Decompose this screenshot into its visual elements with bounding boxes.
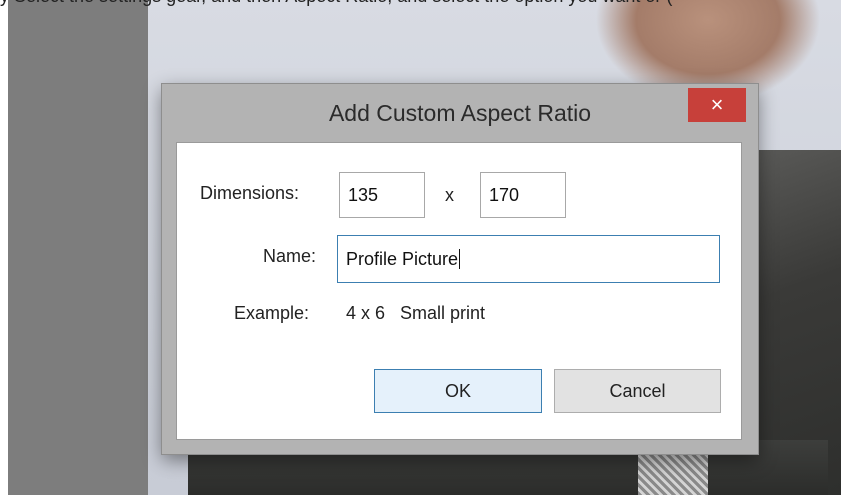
background-document-text: y Select the settings gear, and then Asp… — [0, 0, 841, 10]
name-input[interactable]: Profile Picture — [337, 235, 720, 283]
name-value: Profile Picture — [346, 248, 459, 269]
close-icon: × — [710, 92, 724, 117]
ok-button[interactable]: OK — [374, 369, 542, 413]
height-input[interactable]: 170 — [480, 172, 566, 218]
name-label: Name: — [263, 246, 317, 266]
cancel-button[interactable]: Cancel — [554, 369, 721, 413]
text-caret — [459, 249, 461, 269]
width-input[interactable]: 135 — [339, 172, 425, 218]
left-gray-panel — [8, 0, 148, 495]
add-custom-aspect-ratio-dialog: Add Custom Aspect Ratio × Dimensions: 13… — [162, 84, 758, 454]
height-value: 170 — [489, 184, 520, 205]
dimensions-label: Dimensions: — [200, 183, 300, 203]
dialog-body: Dimensions: 135 x 170 Name: Profile Pict… — [176, 142, 742, 440]
example-value: 4 x 6 Small print — [346, 303, 486, 323]
times-label: x — [445, 185, 454, 205]
dialog-title: Add Custom Aspect Ratio — [328, 99, 592, 126]
width-value: 135 — [348, 184, 379, 205]
example-label: Example: — [234, 303, 310, 323]
close-button[interactable]: × — [688, 88, 746, 122]
